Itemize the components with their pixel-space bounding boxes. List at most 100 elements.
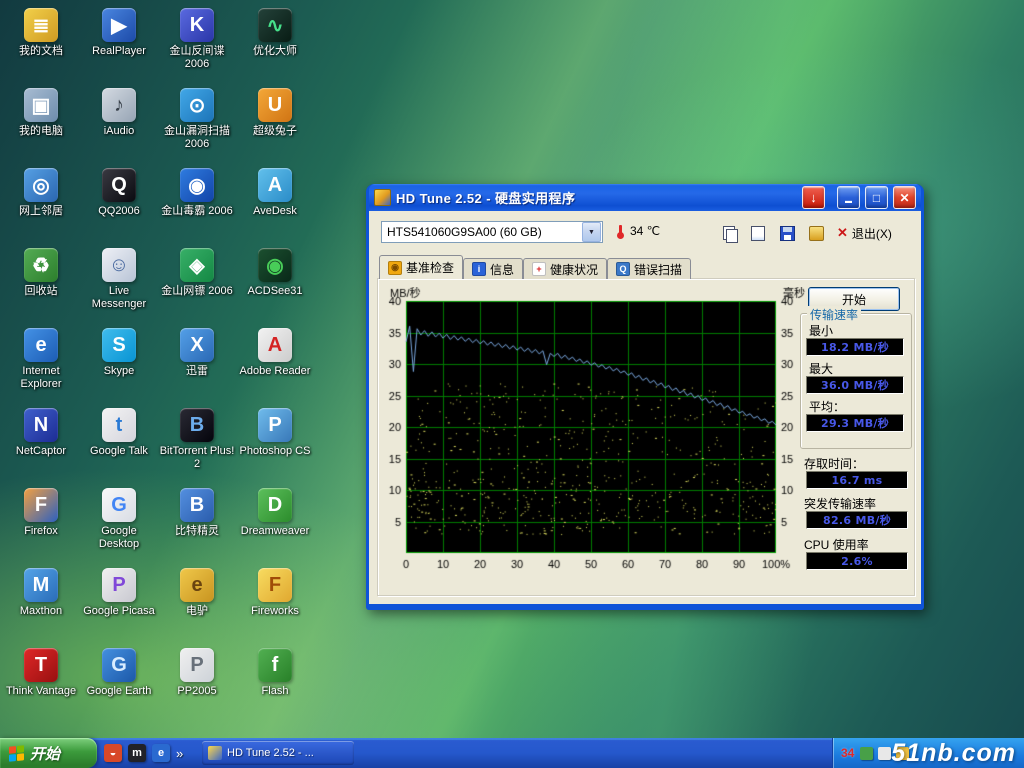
youhua-dashi-icon-glyph: ∿ (267, 13, 284, 38)
acdsee-icon-glyph: ◉ (266, 253, 283, 278)
desktop-icon-label: QQ2006 (98, 205, 140, 218)
desktop-icon[interactable]: ◉金山毒霸 2006 (158, 164, 236, 244)
dropdown-arrow-icon[interactable] (582, 222, 601, 242)
emule-icon: e (180, 568, 214, 602)
start-button-label: 开始 (30, 743, 60, 764)
live-messenger-icon: ☺ (102, 248, 136, 282)
tab-info[interactable]: i信息 (463, 258, 523, 279)
adobe-reader-icon: A (258, 328, 292, 362)
quicklaunch-ie-icon[interactable]: e (152, 744, 170, 762)
desktop-icon-label: AveDesk (253, 205, 297, 218)
desktop-icon-label: 我的文档 (19, 45, 63, 58)
info-tab-icon: i (472, 262, 486, 276)
desktop-icon-label: NetCaptor (16, 445, 66, 458)
netcaptor-icon-glyph: N (34, 414, 48, 437)
quicklaunch-mail-icon[interactable]: m (128, 744, 146, 762)
google-earth-icon-glyph: G (111, 654, 127, 677)
tray-antivirus-icon[interactable] (860, 747, 873, 760)
desktop-icon[interactable]: ◎网上邻居 (2, 164, 80, 244)
tab-health[interactable]: +健康状况 (523, 258, 607, 279)
desktop-icon-label: Maxthon (20, 605, 62, 618)
desktop-icon[interactable]: PPhotoshop CS (236, 404, 314, 484)
desktop-icon[interactable]: Q QQ2006 (80, 164, 158, 244)
desktop-icon[interactable]: e电驴 (158, 564, 236, 644)
desktop-icon[interactable]: GGoogle Earth (80, 644, 158, 724)
fireworks-icon-glyph: F (269, 574, 281, 597)
close-button[interactable] (893, 186, 916, 209)
desktop-icon-label: 回收站 (25, 285, 58, 298)
desktop-icon-label: 迅雷 (186, 365, 208, 378)
desktop-icon[interactable]: GGoogle Desktop (80, 484, 158, 564)
desktop-icon[interactable]: F Fireworks (236, 564, 314, 644)
desktop-icon-label: 比特精灵 (175, 525, 219, 538)
realplayer-icon-glyph: ▶ (111, 13, 126, 38)
tab-error-scan[interactable]: Q错误扫描 (607, 258, 691, 279)
temperature-value: 34 ℃ (630, 224, 660, 238)
download-arrow-button[interactable] (802, 186, 825, 209)
desktop-icon[interactable]: PGoogle Picasa (80, 564, 158, 644)
desktop-icon[interactable]: ▶RealPlayer (80, 4, 158, 84)
drive-select-dropdown[interactable]: HTS541060G9SA00 (60 GB) (381, 221, 603, 243)
desktop-icon-label: ACDSee31 (247, 285, 302, 298)
titlebar[interactable]: HD Tune 2.52 - 硬盘实用程序 (369, 184, 921, 211)
recycle-bin-icon: ♻ (24, 248, 58, 282)
desktop-icon[interactable]: ⊙金山漏洞扫描 2006 (158, 84, 236, 164)
quicklaunch-overflow-chevron[interactable]: » (176, 746, 183, 761)
desktop-icon[interactable]: ☺Live Messenger (80, 244, 158, 324)
options-icon-button[interactable] (804, 221, 828, 245)
desktop-icon[interactable]: ▣我的电脑 (2, 84, 80, 164)
taskbar-task-hdtune[interactable]: HD Tune 2.52 - ... (202, 741, 354, 765)
my-documents-icon-glyph: ≣ (33, 13, 50, 38)
desktop-icon-label: 优化大师 (253, 45, 297, 58)
minimize-button[interactable] (837, 186, 860, 209)
desktop-icon[interactable]: FFirefox (2, 484, 80, 564)
desktop-icon[interactable]: fFlash (236, 644, 314, 724)
pp2005-icon-glyph: P (190, 654, 203, 677)
benchmark-chart (384, 287, 809, 575)
exit-label: 退出(X) (852, 225, 892, 242)
thinkvantage-icon: T (24, 648, 58, 682)
fireworks-icon: F (258, 568, 292, 602)
desktop-icon[interactable]: ◉ ACDSee31 (236, 244, 314, 324)
desktop-icon[interactable]: PPP2005 (158, 644, 236, 724)
maximize-button[interactable] (865, 186, 888, 209)
desktop-icon[interactable]: N NetCaptor (2, 404, 80, 484)
start-button[interactable]: 开始 (0, 738, 97, 768)
desktop-icon[interactable]: ≣ 我的文档 (2, 4, 80, 84)
desktop-icon[interactable]: K金山反间谍 2006 (158, 4, 236, 84)
desktop-icon[interactable]: BBitTorrent Plus! 2 (158, 404, 236, 484)
qq2006-icon-glyph: Q (111, 174, 127, 197)
desktop-icon[interactable]: tGoogle Talk (80, 404, 158, 484)
super-rabbit-icon: U (258, 88, 292, 122)
quicklaunch-media-icon[interactable]: ◒ (104, 744, 122, 762)
desktop-icon[interactable]: AAveDesk (236, 164, 314, 244)
desktop-icon[interactable]: ♻ 回收站 (2, 244, 80, 324)
tab-benchmark[interactable]: ◉基准检查 (379, 255, 463, 279)
bitspirit-icon-glyph: B (190, 494, 204, 517)
save-icon-button[interactable] (775, 221, 799, 245)
desktop-icon[interactable]: TThink Vantage (2, 644, 80, 724)
desktop-icon[interactable]: ∿ 优化大师 (236, 4, 314, 84)
skype-icon: S (102, 328, 136, 362)
desktop-icon[interactable]: DDreamweaver (236, 484, 314, 564)
desktop-icon[interactable]: AAdobe Reader (236, 324, 314, 404)
snapshot-icon-button[interactable] (746, 221, 770, 245)
desktop-icon-label: Fireworks (251, 605, 299, 618)
copy-icon-button[interactable] (717, 221, 741, 245)
desktop-icon[interactable]: U超级兔子 (236, 84, 314, 164)
desktop-icon[interactable]: SSkype (80, 324, 158, 404)
hdtune-app-icon (374, 189, 391, 206)
tray-volume-icon[interactable] (878, 747, 891, 760)
desktop-icon[interactable]: ♪iAudio (80, 84, 158, 164)
desktop-icon[interactable]: B 比特精灵 (158, 484, 236, 564)
acdsee-icon: ◉ (258, 248, 292, 282)
drive-select-value: HTS541060G9SA00 (60 GB) (382, 225, 581, 239)
exit-button[interactable]: 退出(X) (837, 223, 892, 243)
desktop-icon-label: iAudio (104, 125, 135, 138)
bittorrent-icon-glyph: B (190, 414, 204, 437)
desktop-icon[interactable]: eInternet Explorer (2, 324, 80, 404)
tab-label: 健康状况 (550, 261, 598, 278)
desktop-icon[interactable]: X迅雷 (158, 324, 236, 404)
desktop-icon[interactable]: ◈金山网镖 2006 (158, 244, 236, 324)
desktop-icon[interactable]: MMaxthon (2, 564, 80, 644)
